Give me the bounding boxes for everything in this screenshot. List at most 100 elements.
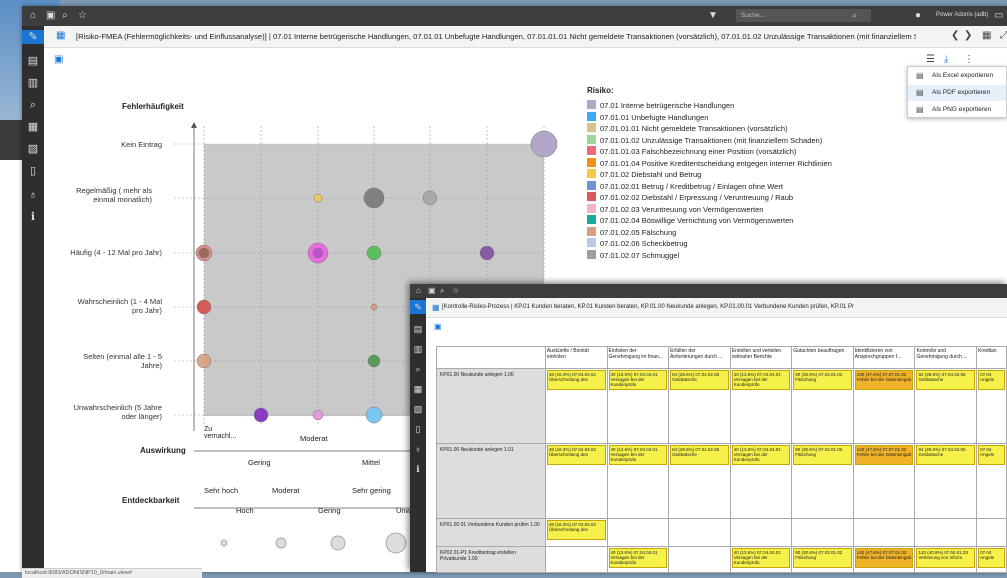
legend-item: 07.01.01.01 Nicht gemeldete Transaktione… (587, 123, 788, 133)
risk-bubble[interactable] (312, 409, 324, 421)
back-icon[interactable]: ❮ (951, 30, 959, 41)
risk-note[interactable]: 84 (28.6%) 07.04.02.06 Geldwäsche (670, 445, 729, 465)
risk-bubble[interactable] (422, 190, 438, 206)
export-pdf-item[interactable]: ▤ Als PDF exportieren (908, 85, 1006, 101)
more-icon[interactable]: ⋮ (964, 54, 974, 65)
risk-note[interactable]: 40 (13.6%) 07.04.04.01 Versagen bei der … (608, 370, 668, 390)
info-icon[interactable]: ℹ (26, 210, 40, 224)
download-icon[interactable]: ⤓ (944, 54, 948, 65)
second-doc-icon[interactable]: ▣ (428, 286, 436, 295)
risk-bubble[interactable] (363, 187, 385, 209)
search-side-icon[interactable]: ⌕ (26, 98, 40, 112)
risk-note[interactable]: 90 (30.6%) 07.02.01.02 Fälschung (793, 445, 852, 465)
risk-bubble[interactable] (196, 353, 212, 369)
risk-note[interactable]: 120 (40.8%) 07.04.01.03 Verletzung von I… (916, 548, 976, 568)
filter-icon[interactable]: ▼ (708, 10, 718, 21)
risk-bubble[interactable] (196, 299, 212, 315)
risk-note[interactable]: 48 (16.3%) 07.04.04.02 Überschreitung de… (546, 370, 606, 390)
risk-note[interactable]: 140 (47.6%) 07.07.01.02 Fehler bei der D… (854, 445, 914, 465)
new-doc-icon[interactable]: ▣ (46, 10, 55, 21)
risk-note[interactable]: 140 (47.6%) 07.07.01.02 Fehler bei der D… (854, 548, 914, 568)
export-excel-item[interactable]: ▤ Als Excel exportieren (908, 68, 1006, 84)
chat-icon[interactable]: ● (915, 10, 921, 21)
save-icon[interactable]: ▣ (54, 54, 63, 65)
edit-icon[interactable]: ✎ (22, 30, 44, 44)
expand-icon[interactable]: ⤢ (1000, 30, 1007, 41)
risk-bubble[interactable] (366, 245, 382, 261)
document-icon[interactable]: ▯ (26, 164, 40, 178)
risk-bubble[interactable] (312, 247, 324, 259)
risk-bubble[interactable] (367, 354, 381, 368)
risk-note[interactable]: 140 (47.6%) 07.07.01.02 Fehler bei der D… (854, 370, 914, 390)
risk-note[interactable]: 48 (16.3%) 07.04.04.02 Überschreitung de… (546, 520, 606, 540)
detect-size-2 (275, 537, 287, 549)
table-cell: 07.04 Angele (976, 368, 1007, 444)
detect-size-3 (330, 535, 346, 551)
second-search-side-icon[interactable]: ⌕ (411, 362, 425, 376)
grid-icon[interactable]: ▧ (26, 142, 40, 156)
search-model-icon[interactable]: ⌕ (62, 10, 68, 21)
risk-note[interactable]: 90 (30.6%) 07.02.01.02 Fälschung (793, 370, 852, 390)
export-png-item[interactable]: ▤ Als PNG exportieren (908, 102, 1006, 118)
table-cell (668, 546, 731, 573)
risk-note[interactable]: 07.04 Angele (978, 370, 1005, 390)
table-icon[interactable]: ▦ (26, 120, 40, 134)
risk-bubble[interactable] (253, 407, 269, 423)
second-bulb-icon[interactable]: ♁ (411, 442, 425, 456)
second-save-icon[interactable]: ▣ (434, 322, 442, 331)
risk-bubble[interactable] (370, 303, 378, 311)
row-header: KP01.00 Neukunde anlegen 1.00 (436, 368, 546, 444)
risk-note[interactable]: 84 (28.6%) 07.04.02.06 Geldwäsche (916, 445, 976, 465)
legend-swatch (587, 203, 596, 213)
x-label-zu: Zu vernachl... (204, 426, 237, 440)
star-icon[interactable]: ☆ (78, 10, 87, 21)
second-star-icon[interactable]: ☆ (452, 286, 459, 295)
risk-bubble[interactable] (479, 245, 495, 261)
second-book-icon[interactable]: ▥ (411, 342, 425, 356)
risk-bubble[interactable] (313, 193, 323, 203)
second-search-icon[interactable]: ⌕ (440, 286, 444, 296)
second-edit-icon[interactable]: ✎ (410, 300, 426, 314)
detect-size-4 (385, 532, 407, 554)
second-doc-side-icon[interactable]: ▯ (411, 422, 425, 436)
forward-icon[interactable]: ❯ (964, 30, 972, 41)
risk-note[interactable]: 40 (13.6%) 07.04.04.01 Versagen bei der … (731, 370, 791, 390)
y-label-haeufig: Häufig (4 - 12 Mal pro Jahr) (70, 248, 162, 257)
row-header: KP02.01-P1 Kreditantrag erstellen Privat… (436, 546, 546, 573)
second-grid-icon[interactable]: ▧ (411, 402, 425, 416)
risk-note[interactable]: 40 (13.6%) 07.04.04.01 Versagen bei der … (608, 548, 668, 568)
risk-note[interactable]: 40 (13.6%) 07.04.04.01 Versagen bei der … (608, 445, 668, 465)
second-home-icon[interactable]: ⌂ (416, 286, 421, 295)
search-input[interactable]: Suche... (736, 9, 871, 22)
layout-icon[interactable]: ▦ (982, 30, 991, 41)
book-icon[interactable]: ▥ (26, 76, 40, 90)
risk-bubble[interactable] (530, 130, 558, 158)
risk-note[interactable]: 48 (16.3%) 07.04.04.02 Überschreitung de… (546, 445, 606, 465)
risk-note[interactable]: 84 (28.6%) 07.04.02.06 Geldwäsche (670, 370, 729, 390)
second-model-icon[interactable]: ▤ (411, 322, 425, 336)
second-table-icon[interactable]: ▦ (411, 382, 425, 396)
folder-icon[interactable]: ▭ (994, 10, 1003, 21)
search-icon[interactable]: ⌕ (852, 10, 857, 21)
legend-label: 07.01.02.03 Veruntreuung von Vermögenswe… (600, 204, 764, 214)
col-header: Kontrolle und Genehmigung durch ... (914, 346, 978, 369)
user-name[interactable]: Power Adonis (adb) (936, 12, 988, 18)
model-icon[interactable]: ▤ (26, 54, 40, 68)
risk-note[interactable]: 40 (13.6%) 07.04.04.01 Versagen bei der … (731, 445, 791, 465)
risk-note[interactable]: 07.04 Angele (978, 548, 1005, 568)
second-info-icon[interactable]: ℹ (411, 462, 425, 476)
table-cell: 40 (13.6%) 07.04.04.01 Versagen bei der … (729, 443, 793, 519)
risk-note[interactable]: 40 (13.6%) 07.04.04.01 Versagen bei der … (731, 548, 791, 568)
legend-swatch (587, 134, 596, 144)
risk-note[interactable]: 84 (28.6%) 07.04.02.06 Geldwäsche (916, 370, 976, 390)
y-axis-title: Fehlerhäufigkeit (122, 102, 184, 111)
risk-bubble[interactable] (365, 406, 383, 424)
table-cell: 140 (47.6%) 07.07.01.02 Fehler bei der D… (852, 368, 916, 444)
risk-note[interactable]: 07.04 Angele (978, 445, 1005, 465)
risk-bubble[interactable] (198, 247, 210, 259)
settings-icon[interactable]: ☰ (926, 54, 935, 65)
risk-note[interactable]: 90 (30.6%) 07.02.01.02 Fälschung (793, 548, 852, 568)
legend-label: 07.01.02.05 Fälschung (600, 227, 677, 237)
lightbulb-icon[interactable]: ♁ (26, 188, 40, 202)
home-icon[interactable]: ⌂ (30, 10, 36, 21)
